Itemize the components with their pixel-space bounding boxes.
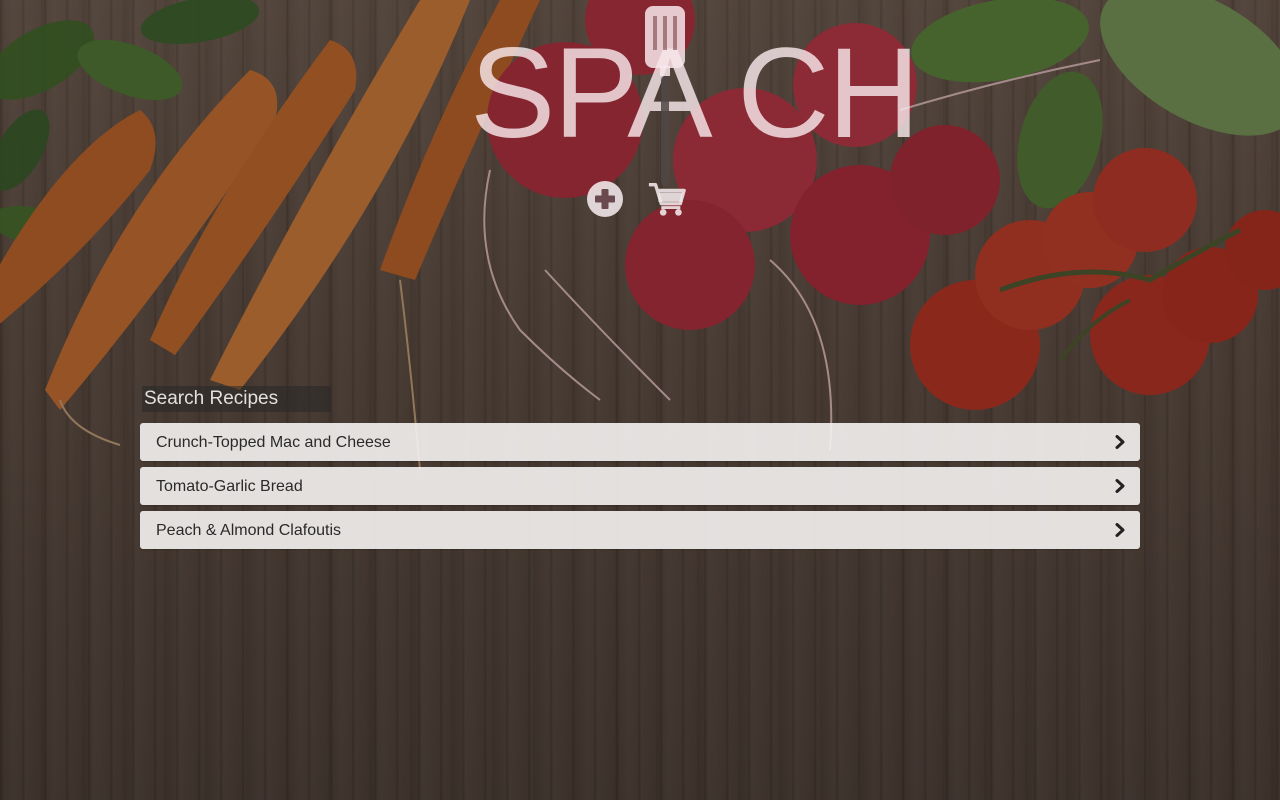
add-recipe-button[interactable] — [585, 180, 625, 218]
app-logo: SPA CH — [470, 6, 920, 186]
chevron-right-icon — [1115, 479, 1125, 493]
logo-wordmark: SPA CH — [470, 22, 920, 165]
action-bar — [585, 180, 695, 220]
plus-circle-icon — [587, 181, 623, 217]
spatula-icon — [645, 6, 685, 186]
recipe-list-item[interactable]: Peach & Almond Clafoutis — [140, 511, 1140, 549]
chevron-right-icon — [1115, 523, 1125, 537]
recipe-title: Peach & Almond Clafoutis — [156, 522, 341, 539]
recipe-list: Crunch-Topped Mac and Cheese Tomato-Garl… — [140, 423, 1140, 555]
recipe-title: Crunch-Topped Mac and Cheese — [156, 434, 391, 451]
shopping-cart-icon — [648, 183, 686, 216]
search-input[interactable] — [142, 386, 331, 412]
chevron-right-icon — [1115, 435, 1125, 449]
recipe-list-item[interactable]: Tomato-Garlic Bread — [140, 467, 1140, 505]
recipe-title: Tomato-Garlic Bread — [156, 478, 303, 495]
search-container — [142, 386, 331, 412]
shopping-cart-button[interactable] — [647, 180, 687, 218]
recipe-list-item[interactable]: Crunch-Topped Mac and Cheese — [140, 423, 1140, 461]
